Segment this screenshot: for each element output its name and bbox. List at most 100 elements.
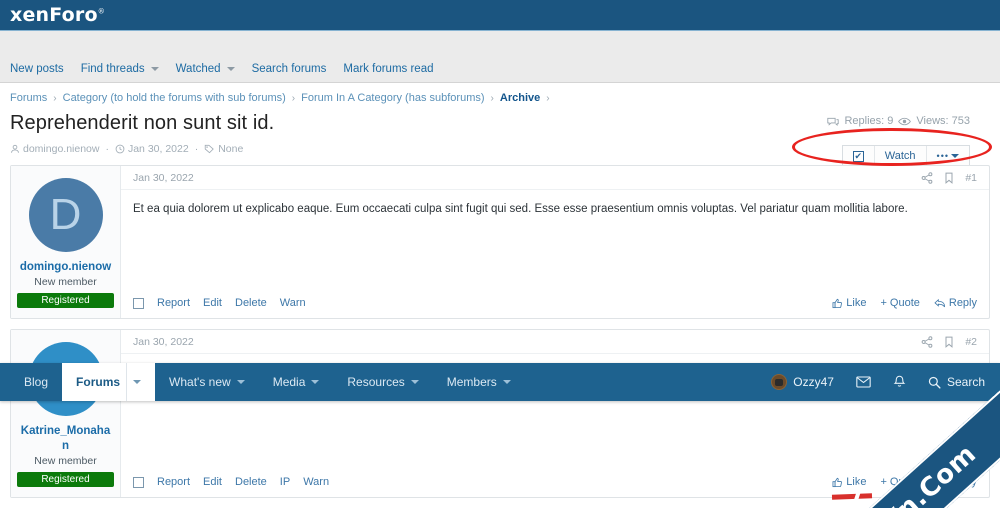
post-author-name[interactable]: domingo.nienow bbox=[17, 260, 114, 274]
pub-nav-label: New posts bbox=[10, 63, 64, 75]
post-date[interactable]: Jan 30, 2022 bbox=[133, 172, 194, 184]
reply-arrow-icon bbox=[934, 298, 946, 309]
bookmark-icon[interactable] bbox=[944, 336, 954, 348]
breadcrumb-item-category[interactable]: Category (to hold the forums with sub fo… bbox=[63, 92, 286, 104]
share-icon[interactable] bbox=[921, 336, 933, 348]
post-footer: Report Edit Delete Warn Like + Quote bbox=[121, 297, 989, 318]
plus-icon: + bbox=[880, 297, 886, 309]
post-number[interactable]: #1 bbox=[965, 172, 977, 184]
thread-actions: ✔ Watch ••• bbox=[842, 145, 970, 167]
post-item: K Katrine_Monahan New member Registered … bbox=[10, 329, 990, 498]
chevron-down-icon[interactable] bbox=[411, 380, 419, 384]
nav-item-members[interactable]: Members bbox=[433, 363, 525, 401]
nav-label: What's new bbox=[169, 375, 231, 389]
like-label: Like bbox=[846, 476, 866, 488]
nav-item-media[interactable]: Media bbox=[259, 363, 334, 401]
main-nav-items: Blog Forums What's new Media Resources M… bbox=[0, 363, 525, 401]
breadcrumb-separator: › bbox=[292, 93, 295, 104]
breadcrumb-item-forums[interactable]: Forums bbox=[10, 92, 47, 104]
meta-separator: · bbox=[195, 143, 199, 155]
pub-nav-label: Search forums bbox=[252, 63, 327, 75]
views-count: Views: 753 bbox=[916, 115, 970, 127]
post-number[interactable]: #2 bbox=[965, 336, 977, 348]
thread-header: Reprehenderit non sunt sit id. domingo.n… bbox=[10, 107, 990, 155]
pub-nav-find-threads[interactable]: Find threads bbox=[81, 63, 168, 75]
chevron-down-icon[interactable] bbox=[133, 380, 141, 384]
post-date[interactable]: Jan 30, 2022 bbox=[133, 336, 194, 348]
post-action-edit[interactable]: Edit bbox=[203, 476, 222, 488]
thread-author[interactable]: domingo.nienow bbox=[10, 143, 99, 155]
watch-checkbox-button[interactable]: ✔ bbox=[843, 146, 875, 166]
comment-icon bbox=[827, 116, 839, 127]
post-header-actions: #1 bbox=[921, 172, 977, 184]
post-action-warn[interactable]: Warn bbox=[280, 297, 306, 309]
chevron-down-icon bbox=[227, 67, 235, 71]
pub-nav-search-forums[interactable]: Search forums bbox=[252, 63, 336, 75]
avatar[interactable]: D bbox=[29, 178, 103, 252]
post-action-delete[interactable]: Delete bbox=[235, 476, 267, 488]
header-spacer bbox=[0, 31, 1000, 56]
site-logo-text: xenForo bbox=[10, 4, 98, 26]
post-select-checkbox[interactable] bbox=[133, 298, 144, 309]
post-content: Jan 30, 2022 #1 Et ea quia dolorem ut ex… bbox=[121, 166, 989, 318]
pub-nav-label: Watched bbox=[176, 63, 221, 75]
search-button[interactable]: Search bbox=[917, 363, 996, 401]
pub-nav-new-posts[interactable]: New posts bbox=[10, 63, 73, 75]
post-author-name[interactable]: Katrine_Monahan bbox=[17, 424, 114, 453]
post-action-delete[interactable]: Delete bbox=[235, 297, 267, 309]
post-header: Jan 30, 2022 #2 bbox=[121, 330, 989, 354]
checkbox-checked-icon: ✔ bbox=[853, 151, 864, 162]
inbox-button[interactable] bbox=[845, 363, 882, 401]
post-reaction-actions: Like + Quote Reply bbox=[832, 297, 977, 309]
nav-item-whats-new[interactable]: What's new bbox=[155, 363, 259, 401]
nav-item-resources[interactable]: Resources bbox=[333, 363, 432, 401]
user-menu-button[interactable]: Ozzy47 bbox=[760, 363, 845, 401]
post-moderation-actions: Report Edit Delete IP Warn bbox=[133, 476, 329, 488]
nav-item-blog[interactable]: Blog bbox=[10, 363, 62, 401]
share-icon[interactable] bbox=[921, 172, 933, 184]
post-action-warn[interactable]: Warn bbox=[303, 476, 329, 488]
post-action-report[interactable]: Report bbox=[157, 297, 190, 309]
site-header: xenForo® bbox=[0, 0, 1000, 31]
nav-label: Media bbox=[273, 375, 306, 389]
post-author-title: New member bbox=[17, 455, 114, 467]
site-logo[interactable]: xenForo® bbox=[10, 6, 105, 25]
breadcrumb-item-archive[interactable]: Archive bbox=[500, 92, 540, 104]
search-label: Search bbox=[947, 375, 985, 389]
post-action-ip[interactable]: IP bbox=[280, 476, 290, 488]
breadcrumb-separator: › bbox=[491, 93, 494, 104]
search-icon bbox=[928, 376, 941, 389]
quote-button[interactable]: + Quote bbox=[880, 297, 919, 309]
post-item: D domingo.nienow New member Registered J… bbox=[10, 165, 990, 319]
chevron-down-icon bbox=[951, 154, 959, 158]
breadcrumb-item-forum[interactable]: Forum In A Category (has subforums) bbox=[301, 92, 484, 104]
reply-label: Reply bbox=[949, 297, 977, 309]
content-canvas: Forums › Category (to hold the forums wi… bbox=[0, 83, 1000, 508]
watch-button[interactable]: Watch bbox=[875, 146, 927, 166]
chevron-down-icon[interactable] bbox=[311, 380, 319, 384]
post-author-badge: Registered bbox=[17, 293, 114, 308]
pub-nav-watched[interactable]: Watched bbox=[176, 63, 244, 75]
breadcrumb-separator: › bbox=[53, 93, 56, 104]
post-action-edit[interactable]: Edit bbox=[203, 297, 222, 309]
thumbs-up-icon bbox=[832, 298, 843, 309]
pub-nav-label: Find threads bbox=[81, 63, 145, 75]
nav-label: Resources bbox=[347, 375, 404, 389]
alerts-button[interactable] bbox=[882, 363, 917, 401]
thread-date[interactable]: Jan 30, 2022 bbox=[115, 143, 189, 155]
thread-author-name: domingo.nienow bbox=[23, 143, 99, 155]
post-header: Jan 30, 2022 #1 bbox=[121, 166, 989, 190]
bookmark-icon[interactable] bbox=[944, 172, 954, 184]
chevron-down-icon[interactable] bbox=[237, 380, 245, 384]
nav-item-forums[interactable]: Forums bbox=[62, 363, 155, 401]
thread-tags[interactable]: None bbox=[204, 143, 243, 155]
chevron-down-icon[interactable] bbox=[503, 380, 511, 384]
reply-button[interactable]: Reply bbox=[934, 297, 977, 309]
post-select-checkbox[interactable] bbox=[133, 477, 144, 488]
like-button[interactable]: Like bbox=[832, 297, 866, 309]
thumbs-up-icon bbox=[832, 477, 843, 488]
pub-nav-mark-forums-read[interactable]: Mark forums read bbox=[343, 63, 442, 75]
more-options-button[interactable]: ••• bbox=[927, 146, 969, 166]
bell-icon bbox=[893, 375, 906, 389]
post-action-report[interactable]: Report bbox=[157, 476, 190, 488]
